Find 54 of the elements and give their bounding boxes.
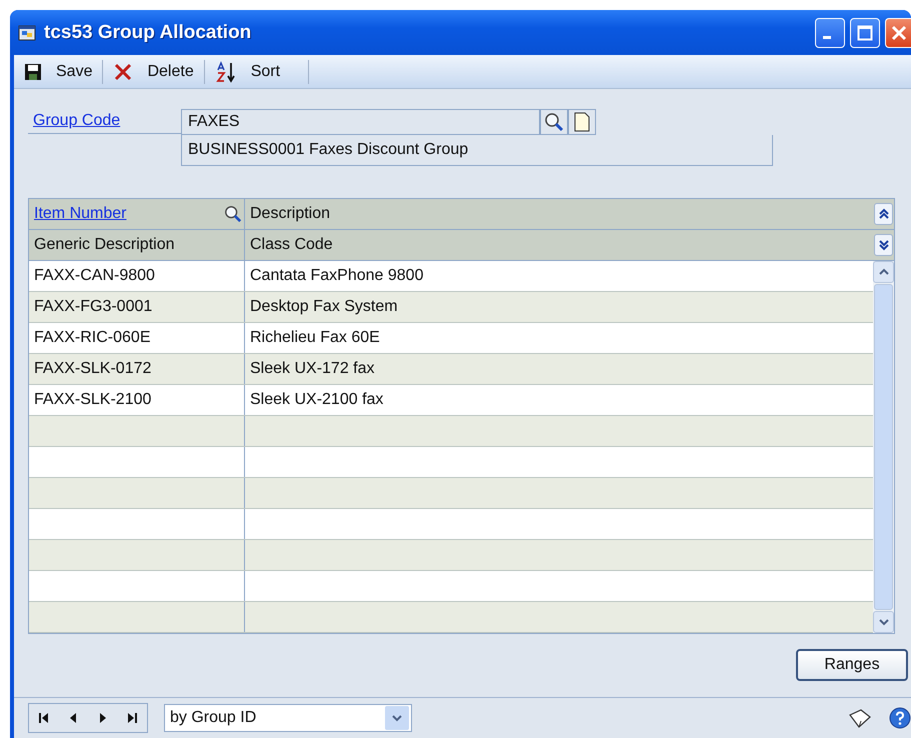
sort-dropdown[interactable]: by Group ID — [164, 704, 412, 732]
table-cell-text: Desktop Fax System — [249, 297, 399, 317]
maximize-icon — [857, 24, 873, 40]
close-button[interactable] — [885, 18, 911, 48]
first-record-button[interactable] — [38, 712, 50, 724]
delete-icon — [113, 62, 134, 82]
search-icon — [544, 112, 564, 132]
table-cell-text: Sleek UX-2100 fax — [249, 390, 384, 410]
item-number-link[interactable]: Item Number — [34, 205, 126, 223]
table-cell-text: Richelieu Fax 60E — [249, 328, 381, 348]
collapse-button[interactable] — [874, 203, 893, 225]
group-code-field[interactable]: FAXES — [181, 109, 540, 135]
sort-icon — [214, 60, 237, 82]
column-header: Generic Description — [34, 236, 174, 254]
maximize-button[interactable] — [850, 18, 880, 48]
window-title: tcs53 Group Allocation — [44, 22, 252, 44]
toolbar-button[interactable]: Save — [20, 62, 102, 80]
chevron-down-icon — [391, 713, 403, 723]
description-field: BUSINESS0001 Faxes Discount Group — [181, 135, 773, 166]
page-icon — [574, 112, 590, 132]
new-note-button[interactable] — [568, 109, 596, 135]
minimize-icon — [823, 36, 831, 39]
scroll-down-button[interactable] — [873, 611, 894, 633]
column-header: Class Code — [250, 236, 333, 254]
help-button[interactable] — [889, 707, 911, 729]
minimize-button[interactable] — [815, 18, 845, 48]
note-icon — [847, 707, 873, 729]
double-down-arrow-icon — [878, 239, 890, 251]
table-cell-text: Sleek UX-172 fax — [249, 359, 376, 379]
toolbar-button[interactable]: Delete — [109, 62, 204, 82]
ranges-button[interactable]: Ranges — [796, 649, 908, 681]
expand-button[interactable] — [874, 234, 893, 256]
column-header: Description — [250, 205, 330, 223]
scroll-up-button[interactable] — [873, 261, 894, 283]
toolbar-button[interactable]: Sort — [210, 60, 308, 82]
table-cell: FAXX-FG3-0001 — [29, 292, 245, 322]
lookup-button[interactable] — [224, 205, 242, 223]
lookup-button[interactable] — [540, 109, 568, 135]
last-record-button[interactable] — [126, 712, 138, 724]
first-icon — [38, 712, 50, 724]
save-icon — [24, 62, 42, 80]
scrollbar[interactable] — [873, 261, 894, 633]
help-icon — [889, 707, 911, 729]
close-icon — [890, 24, 906, 40]
last-icon — [126, 712, 138, 724]
table-cell: FAXX-CAN-9800 — [29, 261, 245, 291]
table-cell: FAXX-RIC-060E — [29, 323, 245, 353]
table-cell-text: Cantata FaxPhone 9800 — [249, 266, 424, 286]
table-cell: FAXX-SLK-2100 — [29, 385, 245, 415]
note-button[interactable] — [847, 707, 873, 729]
double-up-arrow-icon — [878, 208, 890, 220]
search-icon — [224, 205, 242, 223]
table-cell: FAXX-SLK-0172 — [29, 354, 245, 384]
app-icon — [18, 24, 36, 40]
